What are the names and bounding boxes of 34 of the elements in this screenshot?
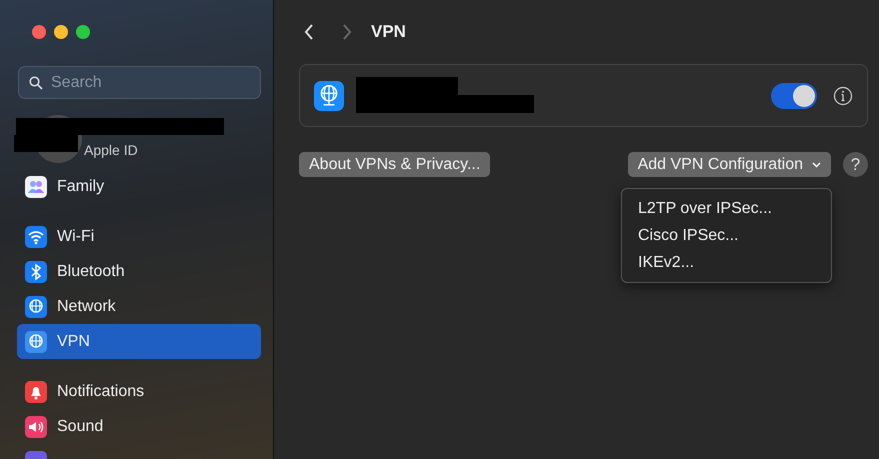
window-title: VPN: [371, 22, 406, 42]
people-icon: [25, 176, 47, 198]
close-button[interactable]: [32, 25, 46, 39]
minimize-button[interactable]: [54, 25, 68, 39]
bluetooth-icon: [25, 260, 47, 282]
chevron-down-icon: [812, 162, 821, 168]
sidebar-item[interactable]: Wi-Fi: [17, 219, 261, 254]
sidebar-item[interactable]: Notifications: [17, 374, 261, 409]
sidebar-item[interactable]: VPN: [17, 324, 261, 359]
speaker-icon: [25, 416, 47, 438]
sidebar-item[interactable]: Network: [17, 289, 261, 324]
globe-icon: [25, 330, 47, 352]
menu-item[interactable]: L2TP over IPSec...: [622, 195, 831, 222]
menu-item[interactable]: IKEv2...: [622, 249, 831, 276]
globe-icon: [25, 296, 47, 318]
help-button[interactable]: ?: [843, 152, 868, 177]
wifi-icon: [25, 226, 47, 248]
toggle-switch[interactable]: [771, 82, 817, 108]
search-icon: [29, 76, 43, 90]
search-field[interactable]: Search: [18, 66, 261, 99]
sidebar-item[interactable]: Bluetooth: [17, 254, 261, 289]
bell-icon: [25, 380, 47, 402]
search-input[interactable]: Search: [51, 74, 231, 92]
add-configuration-button[interactable]: Add VPN Configuration: [628, 152, 831, 177]
account-subtitle: Apple ID: [84, 142, 138, 158]
menu-item[interactable]: Cisco IPSec...: [622, 222, 831, 249]
zoom-button[interactable]: [76, 25, 90, 39]
sidebar-item[interactable]: Family: [17, 169, 261, 204]
forward-icon[interactable]: [341, 23, 353, 41]
info-icon[interactable]: [833, 86, 853, 106]
about-button[interactable]: About VPNs & Privacy...: [299, 152, 490, 177]
globe-icon: [314, 80, 344, 110]
back-icon[interactable]: [303, 23, 315, 41]
sidebar-item[interactable]: Sound: [17, 409, 261, 444]
